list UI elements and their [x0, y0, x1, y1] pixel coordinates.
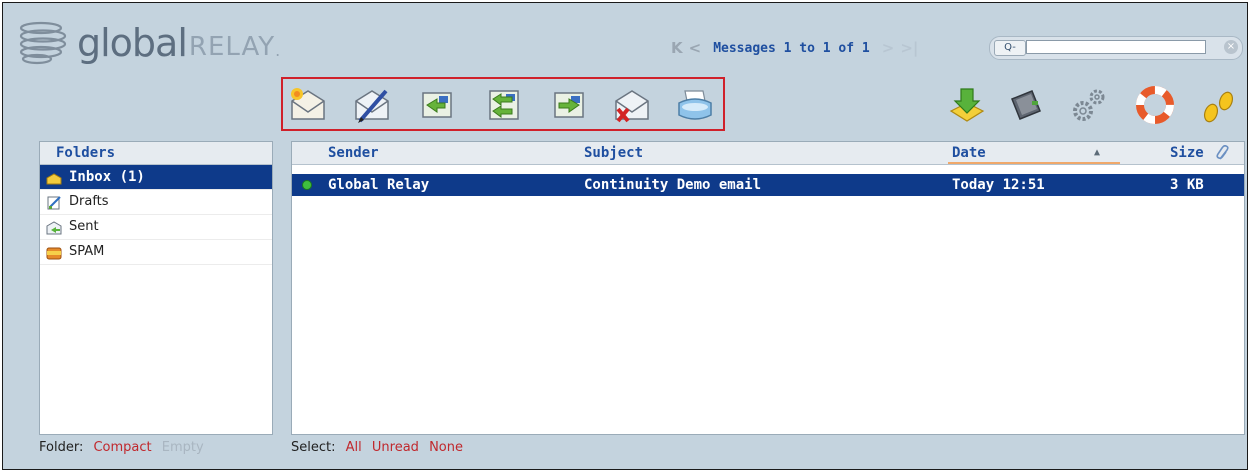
attachment-icon	[1216, 144, 1230, 161]
folder-actions: Folder: Compact Empty	[39, 440, 204, 455]
forward-icon[interactable]	[549, 85, 589, 125]
new-message-icon[interactable]	[288, 85, 328, 125]
folder-drafts-label: Drafts	[69, 194, 109, 209]
delete-icon[interactable]	[612, 85, 652, 125]
folder-actions-label: Folder:	[39, 440, 84, 455]
unread-status-icon	[302, 180, 312, 190]
logo-swirl-icon	[19, 21, 67, 65]
prev-page-icon[interactable]: <	[689, 39, 702, 57]
select-none-link[interactable]: None	[429, 440, 463, 455]
column-sender[interactable]: Sender	[328, 142, 379, 164]
select-actions-label: Select:	[291, 440, 336, 455]
sort-underline	[948, 162, 1120, 164]
logo-global-text: global	[77, 21, 188, 65]
message-pager: K < Messages 1 to 1 of 1 > >|	[671, 39, 918, 57]
search-input[interactable]	[1026, 40, 1206, 54]
message-sender: Global Relay	[328, 177, 430, 193]
drafts-icon	[46, 195, 62, 210]
message-size: 3 KB	[1170, 177, 1204, 193]
sort-ascending-icon[interactable]: ▲	[1094, 142, 1100, 164]
app-window: global RELAY . K < Messages 1 to 1 of 1 …	[2, 2, 1248, 470]
column-subject[interactable]: Subject	[584, 142, 643, 164]
select-actions: Select: All Unread None	[291, 440, 463, 455]
message-subject: Continuity Demo email	[584, 177, 762, 193]
print-icon[interactable]	[675, 85, 715, 125]
next-page-icon[interactable]: >	[882, 39, 895, 57]
folder-spam[interactable]: SPAM	[40, 240, 272, 265]
first-page-icon[interactable]: K	[671, 39, 683, 57]
folder-sent[interactable]: Sent	[40, 215, 272, 240]
message-date: Today 12:51	[952, 177, 1045, 193]
messages-panel: Sender Subject Date ▲ Size Global Relay …	[291, 141, 1245, 435]
search-options-button[interactable]: Q-	[994, 40, 1026, 56]
messages-header: Sender Subject Date ▲ Size	[292, 142, 1244, 165]
reply-all-icon[interactable]	[484, 85, 524, 125]
clear-search-icon[interactable]: ×	[1224, 40, 1238, 54]
folders-header: Folders	[40, 142, 272, 165]
download-icon[interactable]	[947, 85, 987, 125]
compose-icon[interactable]	[352, 85, 392, 125]
folder-drafts[interactable]: Drafts	[40, 190, 272, 215]
folders-panel: Folders Inbox (1) Drafts Sent SPAM	[39, 141, 273, 435]
address-book-icon[interactable]	[1006, 85, 1046, 125]
message-row[interactable]: Global Relay Continuity Demo email Today…	[292, 174, 1244, 196]
logo-dot: .	[275, 40, 281, 60]
folders-header-label: Folders	[56, 145, 116, 161]
global-relay-logo: global RELAY .	[17, 19, 280, 67]
inbox-icon	[46, 170, 62, 185]
folder-inbox[interactable]: Inbox (1)	[40, 165, 272, 190]
select-all-link[interactable]: All	[346, 440, 362, 455]
compact-link[interactable]: Compact	[93, 440, 151, 455]
settings-icon[interactable]	[1069, 85, 1109, 125]
reply-icon[interactable]	[417, 85, 457, 125]
column-date[interactable]: Date	[952, 142, 986, 164]
pager-text: Messages 1 to 1 of 1	[713, 40, 870, 56]
column-size[interactable]: Size	[1170, 142, 1204, 164]
folder-sent-label: Sent	[69, 219, 99, 234]
logout-icon[interactable]	[1199, 85, 1239, 125]
folder-inbox-label: Inbox (1)	[69, 169, 145, 185]
folder-spam-label: SPAM	[69, 244, 105, 259]
sent-icon	[46, 220, 62, 235]
search-box: Q- ×	[989, 36, 1243, 60]
logo-relay-text: RELAY	[188, 32, 276, 62]
empty-link: Empty	[161, 440, 204, 455]
last-page-icon[interactable]: >|	[900, 39, 918, 57]
select-unread-link[interactable]: Unread	[372, 440, 419, 455]
help-icon[interactable]	[1135, 85, 1175, 125]
spam-icon	[46, 245, 62, 260]
